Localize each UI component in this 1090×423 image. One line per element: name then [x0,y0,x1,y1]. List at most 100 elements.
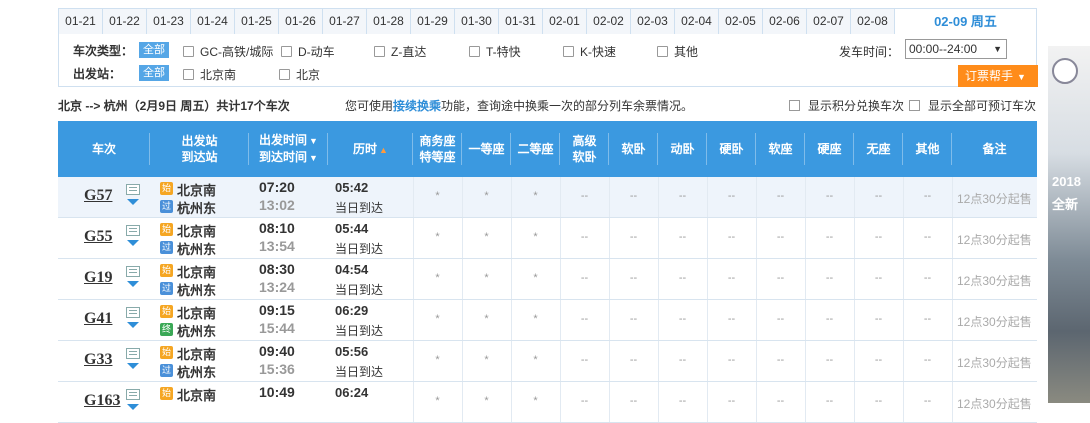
seat-availability[interactable]: -- [854,272,903,284]
seat-availability[interactable]: * [511,354,560,366]
seat-availability[interactable]: -- [658,190,707,202]
seat-availability[interactable]: -- [854,395,903,407]
seat-availability[interactable]: -- [805,354,854,366]
checkbox-icon[interactable] [281,46,292,57]
type-checkbox-d[interactable]: D-动车 [281,43,335,60]
date-tab[interactable]: 01-30 [455,9,499,34]
points-exchange-option[interactable]: 显示积分兑换车次 [789,97,904,114]
seat-availability[interactable]: -- [756,313,805,325]
seat-availability[interactable]: -- [805,272,854,284]
seat-availability[interactable]: -- [854,231,903,243]
train-info-icon[interactable] [126,307,140,318]
date-tab[interactable]: 01-29 [411,9,455,34]
seat-availability[interactable]: -- [707,395,756,407]
date-tab[interactable]: 02-07 [807,9,851,34]
seat-availability[interactable]: * [413,395,462,407]
seat-availability[interactable]: * [462,395,511,407]
checkbox-icon[interactable] [563,46,574,57]
seat-availability[interactable]: * [462,313,511,325]
seat-availability[interactable]: * [511,190,560,202]
seat-availability[interactable]: -- [903,231,952,243]
seat-availability[interactable]: * [413,272,462,284]
seat-availability[interactable]: -- [756,395,805,407]
date-tab[interactable]: 02-06 [763,9,807,34]
checkbox-icon[interactable] [183,69,194,80]
seat-availability[interactable]: -- [707,354,756,366]
date-tab[interactable]: 01-23 [147,9,191,34]
date-tab[interactable]: 02-04 [675,9,719,34]
seat-availability[interactable]: * [462,190,511,202]
date-tab[interactable]: 02-01 [543,9,587,34]
train-info-icon[interactable] [126,225,140,236]
date-tab[interactable]: 01-31 [499,9,543,34]
type-checkbox-other[interactable]: 其他 [657,43,698,60]
chevron-down-icon[interactable] [127,363,139,369]
seat-availability[interactable]: * [511,395,560,407]
seat-availability[interactable]: * [413,231,462,243]
seat-availability[interactable]: * [511,272,560,284]
train-code-link[interactable]: G19 [84,269,112,287]
seat-availability[interactable]: -- [756,231,805,243]
train-code-link[interactable]: G55 [84,228,112,246]
seat-availability[interactable]: -- [560,231,609,243]
chevron-down-icon[interactable] [127,281,139,287]
train-code-link[interactable]: G163 [84,392,120,410]
sort-up-icon[interactable]: ▲ [379,145,388,155]
seat-availability[interactable]: -- [756,190,805,202]
date-tab[interactable]: 01-26 [279,9,323,34]
checkbox-icon[interactable] [909,100,920,111]
type-checkbox-k[interactable]: K-快速 [563,43,616,60]
seat-availability[interactable]: -- [805,231,854,243]
side-advertisement[interactable]: 2018 全新 [1048,46,1090,403]
seat-availability[interactable]: -- [903,272,952,284]
date-tab[interactable]: 01-22 [103,9,147,34]
train-info-icon[interactable] [126,184,140,195]
seat-availability[interactable]: -- [609,354,658,366]
seat-availability[interactable]: -- [756,354,805,366]
seat-availability[interactable]: -- [805,313,854,325]
checkbox-icon[interactable] [657,46,668,57]
seat-availability[interactable]: -- [854,313,903,325]
checkbox-icon[interactable] [374,46,385,57]
sort-down-icon[interactable]: ▼ [309,136,318,146]
seat-availability[interactable]: -- [609,313,658,325]
seat-availability[interactable]: -- [658,395,707,407]
chevron-down-icon[interactable] [127,240,139,246]
seat-availability[interactable]: -- [560,354,609,366]
seat-availability[interactable]: * [413,190,462,202]
seat-availability[interactable]: -- [903,313,952,325]
seat-availability[interactable]: * [511,231,560,243]
train-code-link[interactable]: G57 [84,187,112,205]
seat-availability[interactable]: -- [658,313,707,325]
date-tab[interactable]: 02-02 [587,9,631,34]
station-checkbox-beijingnan[interactable]: 北京南 [183,66,236,83]
type-checkbox-z[interactable]: Z-直达 [374,43,426,60]
date-tab-active[interactable]: 02-09 周五 [895,9,1036,34]
date-tab[interactable]: 01-25 [235,9,279,34]
col-duration[interactable]: 历时 ▲ [328,121,413,177]
seat-availability[interactable]: * [462,354,511,366]
checkbox-icon[interactable] [183,46,194,57]
train-code-link[interactable]: G33 [84,351,112,369]
seat-availability[interactable]: -- [609,231,658,243]
date-tab[interactable]: 01-24 [191,9,235,34]
checkbox-icon[interactable] [469,46,480,57]
seat-availability[interactable]: -- [560,395,609,407]
seat-availability[interactable]: * [413,354,462,366]
seat-availability[interactable]: -- [903,190,952,202]
seat-availability[interactable]: -- [609,272,658,284]
seat-availability[interactable]: -- [658,272,707,284]
type-checkbox-gc[interactable]: GC-高铁/城际 [183,43,273,60]
col-times[interactable]: 出发时间 ▼ 到达时间 ▼ [249,121,328,177]
seat-availability[interactable]: -- [854,190,903,202]
chevron-down-icon[interactable] [127,404,139,410]
transfer-link[interactable]: 接续换乘 [393,99,441,113]
seat-availability[interactable]: -- [658,354,707,366]
all-bookable-option[interactable]: 显示全部可预订车次 [909,97,1036,114]
sort-down-icon[interactable]: ▼ [309,153,318,163]
seat-availability[interactable]: -- [756,272,805,284]
col-train[interactable]: 车次 [58,121,150,177]
seat-availability[interactable]: * [511,313,560,325]
station-all-button[interactable]: 全部 [139,65,169,81]
seat-availability[interactable]: -- [805,190,854,202]
